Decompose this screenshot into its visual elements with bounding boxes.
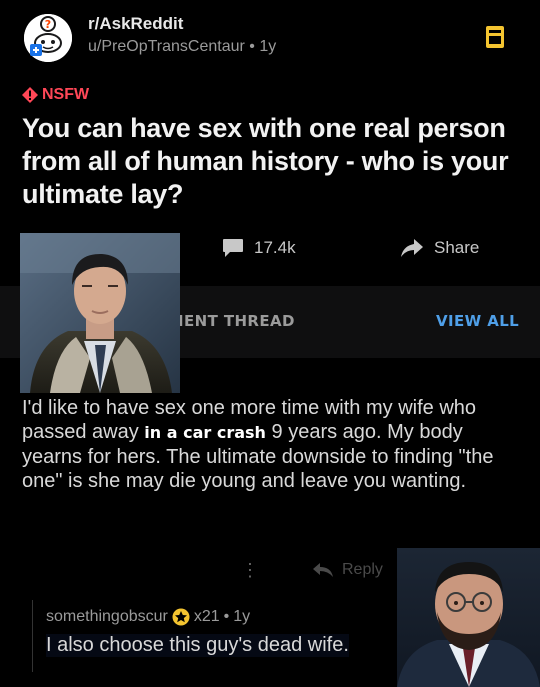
share-arrow-icon [401,239,423,257]
svg-text:?: ? [45,18,51,31]
award-count: x21 [193,608,220,625]
subreddit-name[interactable]: r/AskReddit [88,14,183,34]
reply-button[interactable]: Reply [312,561,383,579]
author-link[interactable]: u/PreOpTransCentaur [88,38,245,55]
reply-age: 1y [233,608,251,625]
comment-bubble-icon [223,239,243,257]
post-age: 1y [259,38,277,55]
share-label: Share [434,238,480,257]
reply-label: Reply [342,561,383,578]
post-meta: u/PreOpTransCentaur • 1y [88,38,276,56]
post-title[interactable]: You can have sex with one real person fr… [22,112,522,211]
award-icon [172,608,190,626]
more-options-icon[interactable]: ⋮ [241,560,259,581]
man-photo-overlay [20,233,180,393]
nsfw-label: NSFW [42,86,90,103]
nsfw-badge: NSFW [22,86,89,104]
overlay-caption: in a car crash [144,423,272,442]
bearded-man-photo-overlay [397,548,540,687]
comments-button[interactable]: 17.4k [222,238,296,258]
reply-username[interactable]: somethingobscur [46,608,168,626]
askreddit-snoo-icon: ? [24,14,72,62]
comment-count: 17.4k [254,238,296,257]
meta-separator: • [249,38,255,55]
reply-separator: • [223,608,230,625]
share-button[interactable]: Share [400,238,479,258]
view-all-link[interactable]: VIEW ALL [436,312,519,330]
bookmark-icon[interactable] [486,26,504,48]
subreddit-avatar[interactable]: ? [24,14,72,62]
thread-label: IENT THREAD [178,312,295,330]
comment-body: I'd like to have sex one more time with … [22,396,522,493]
thread-indent-line [32,600,33,672]
reply-arrow-icon [313,563,333,577]
reply-body: I also choose this guy's dead wife. [46,634,349,657]
warning-diamond-icon [22,87,38,103]
reply-meta: somethingobscur x21 • 1y [46,608,250,626]
